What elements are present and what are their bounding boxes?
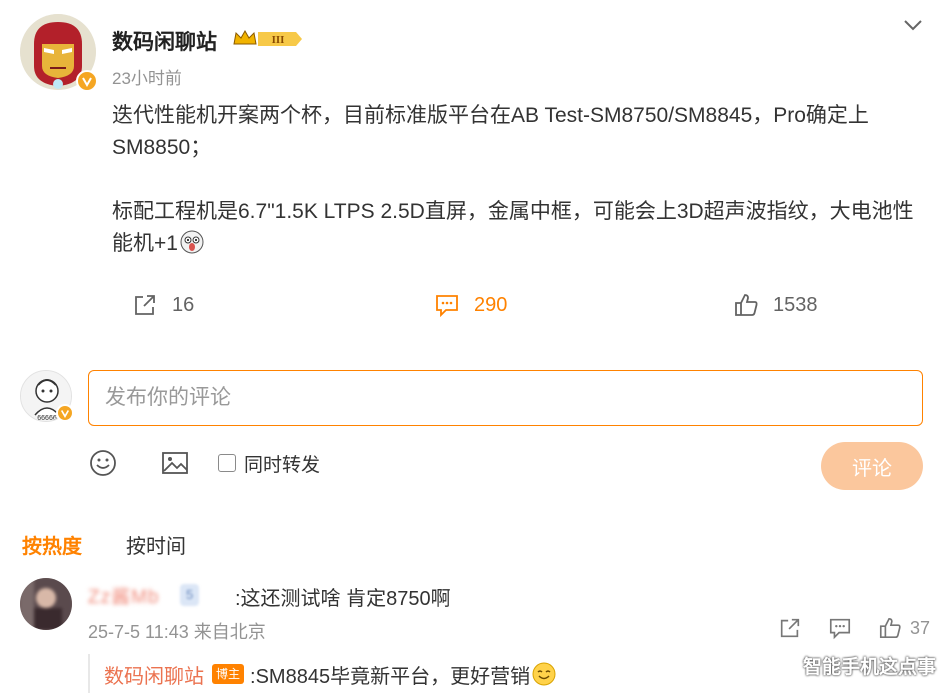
post-content: 迭代性能机开案两个杯，目前标准版平台在AB Test-SM8750/SM8845… bbox=[112, 100, 922, 260]
comment-item: Zz酱Mb 5 :这还测试啥 肯定8750啊 25-7-5 11:43 来自北京… bbox=[20, 578, 930, 693]
comment-icon bbox=[829, 618, 851, 640]
comment-icon bbox=[436, 295, 458, 318]
comment-like-button[interactable]: 37 bbox=[878, 616, 930, 640]
repost-count: 16 bbox=[172, 293, 195, 316]
image-icon bbox=[162, 452, 188, 474]
commenter-level-badge: 5 bbox=[180, 584, 200, 606]
comment-count: 290 bbox=[474, 293, 508, 316]
post-time[interactable]: 23小时前 bbox=[112, 64, 182, 89]
editor-toolbar: 同时转发 bbox=[88, 448, 320, 478]
smiley-icon bbox=[90, 450, 116, 476]
repost-checkbox-label: 同时转发 bbox=[244, 454, 321, 476]
reply-text: :SM8845毕竟新平台，更好营销 bbox=[250, 665, 531, 688]
comment-reply-button[interactable] bbox=[828, 616, 852, 640]
comment-repost-button[interactable] bbox=[778, 616, 802, 640]
like-count: 1538 bbox=[773, 293, 818, 316]
repost-icon bbox=[135, 295, 155, 315]
comment-editor: 66666 同时转发 评论 bbox=[20, 370, 925, 500]
post-paragraph-text: 标配工程机是6.7"1.5K LTPS 2.5D直屏，金属中框，可能会上3D超声… bbox=[112, 200, 914, 255]
chevron-down-icon[interactable] bbox=[902, 14, 924, 41]
comment-button[interactable]: 290 bbox=[434, 292, 507, 318]
verified-badge-icon bbox=[76, 70, 98, 92]
repost-checkbox[interactable]: 同时转发 bbox=[218, 450, 320, 477]
author-reply: 数码闲聊站 博主 :SM8845毕竟新平台，更好营销 bbox=[88, 654, 556, 693]
comment-meta: 25-7-5 11:43 来自北京 bbox=[88, 622, 266, 642]
like-button[interactable]: 1538 bbox=[733, 292, 818, 318]
comment-like-count: 37 bbox=[909, 617, 930, 638]
repost-button[interactable]: 16 bbox=[132, 292, 194, 318]
comment-actions: 37 bbox=[778, 616, 930, 640]
svg-text:66666: 66666 bbox=[37, 415, 57, 422]
reply-author-name[interactable]: 数码闲聊站 bbox=[104, 660, 204, 689]
tab-sort-hot[interactable]: 按热度 bbox=[22, 530, 82, 559]
commenter-avatar[interactable] bbox=[20, 578, 72, 630]
post-header: 数码闲聊站 III 23小时前 bbox=[20, 14, 930, 104]
submit-comment-button[interactable]: 评论 bbox=[821, 442, 923, 490]
comment-input[interactable] bbox=[88, 370, 923, 426]
verified-badge-icon bbox=[56, 404, 74, 422]
image-upload-button[interactable] bbox=[160, 448, 190, 478]
author-tag-badge: 博主 bbox=[212, 664, 245, 684]
comment-text: :这还测试啥 肯定8750啊 bbox=[235, 588, 451, 610]
post-paragraph: 标配工程机是6.7"1.5K LTPS 2.5D直屏，金属中框，可能会上3D超声… bbox=[112, 196, 922, 260]
grin-emoji-icon bbox=[532, 662, 556, 686]
author-name[interactable]: 数码闲聊站 bbox=[112, 26, 217, 56]
crown-level-text: III bbox=[272, 34, 285, 46]
emoji-picker-button[interactable] bbox=[88, 448, 118, 478]
tab-sort-time[interactable]: 按时间 bbox=[126, 530, 186, 559]
shocked-emoji-icon bbox=[180, 230, 204, 254]
checkbox-icon[interactable] bbox=[218, 454, 236, 472]
post-action-bar: 16 290 1538 bbox=[0, 292, 948, 328]
comment-sort-tabs: 按热度 按时间 bbox=[22, 530, 186, 559]
crown-level-badge: III bbox=[232, 28, 308, 55]
thumbs-up-icon bbox=[879, 617, 901, 639]
watermark-text: 智能手机这点事 bbox=[802, 657, 936, 678]
commenter-name[interactable]: Zz酱Mb bbox=[88, 582, 160, 609]
post-paragraph: 迭代性能机开案两个杯，目前标准版平台在AB Test-SM8750/SM8845… bbox=[112, 104, 869, 159]
repost-icon bbox=[780, 618, 800, 638]
thumbs-up-icon bbox=[735, 294, 758, 316]
